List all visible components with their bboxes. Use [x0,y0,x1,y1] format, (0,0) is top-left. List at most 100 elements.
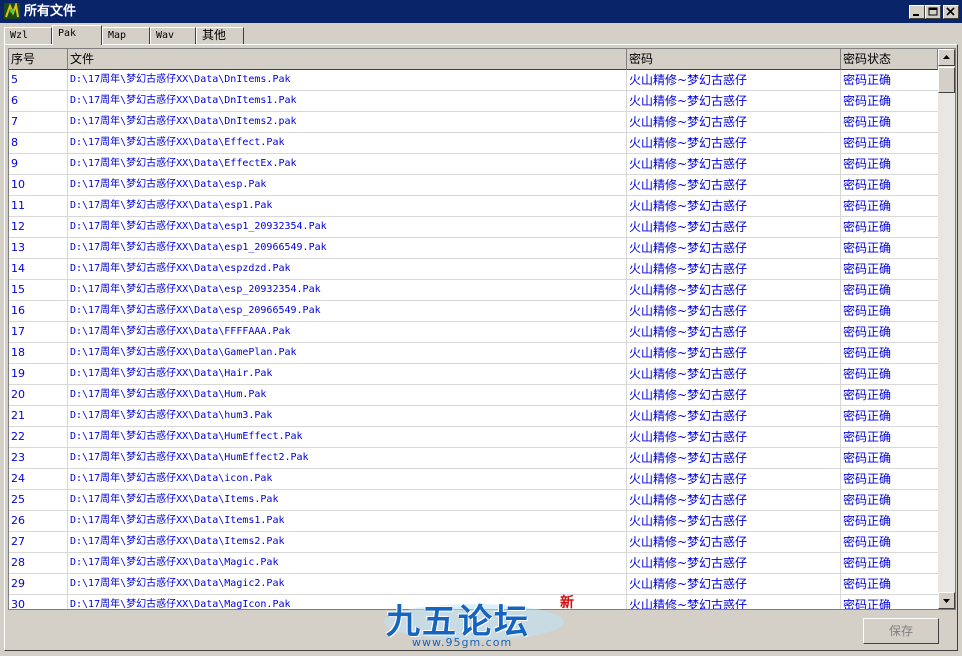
row-file-path: D:\17周年\梦幻古惑仔XX\Data\Items.Pak [70,494,279,505]
file-list[interactable]: 序号 文件 密码 密码状态 5 D:\17周年\梦幻古惑仔XX\Data\DnIt… [8,48,956,610]
vertical-scrollbar[interactable] [938,49,955,609]
row-file-path: D:\17周年\梦幻古惑仔XX\Data\espzdzd.Pak [70,263,291,274]
row-index: 27 [11,535,25,548]
row-password: 火山精修~梦幻古惑仔 [629,409,748,423]
table-row[interactable]: 5 D:\17周年\梦幻古惑仔XX\Data\DnItems.Pak 火山精修~梦幻… [9,70,938,91]
table-row[interactable]: 16 D:\17周年\梦幻古惑仔XX\Data\esp_20966549.Pak 火… [9,301,938,322]
row-file-path: D:\17周年\梦幻古惑仔XX\Data\Effect.Pak [70,137,285,148]
row-file-path: D:\17周年\梦幻古惑仔XX\Data\HumEffect.Pak [70,431,303,442]
row-password: 火山精修~梦幻古惑仔 [629,577,748,591]
table-row[interactable]: 6 D:\17周年\梦幻古惑仔XX\Data\DnItems1.Pak 火山精修~梦… [9,91,938,112]
row-index: 29 [11,577,25,590]
row-index: 8 [11,136,18,149]
scroll-thumb[interactable] [938,67,955,93]
column-header-password[interactable]: 密码 [627,49,841,70]
row-password-status: 密码正确 [843,178,892,192]
row-index: 21 [11,409,25,422]
tab-wav[interactable]: Wav [150,27,196,44]
tab-other[interactable]: 其他 [196,27,244,44]
row-password-status: 密码正确 [843,325,892,339]
scroll-down-button[interactable] [938,592,955,609]
table-row[interactable]: 15 D:\17周年\梦幻古惑仔XX\Data\esp_20932354.Pak 火… [9,280,938,301]
row-index: 9 [11,157,18,170]
column-header-status[interactable]: 密码状态 [841,49,938,70]
row-file-path: D:\17周年\梦幻古惑仔XX\Data\Hum.Pak [70,389,267,400]
row-index: 22 [11,430,25,443]
close-button[interactable] [943,5,959,19]
table-row[interactable]: 14 D:\17周年\梦幻古惑仔XX\Data\espzdzd.Pak 火山精修~梦… [9,259,938,280]
column-header-index[interactable]: 序号 [9,49,68,70]
table-row[interactable]: 9 D:\17周年\梦幻古惑仔XX\Data\EffectEx.Pak 火山精修~梦… [9,154,938,175]
window-title: 所有文件 [24,4,77,19]
row-password-status: 密码正确 [843,514,892,528]
row-password-status: 密码正确 [843,493,892,507]
table-row[interactable]: 22 D:\17周年\梦幻古惑仔XX\Data\HumEffect.Pak 火山精修… [9,427,938,448]
table-row[interactable]: 18 D:\17周年\梦幻古惑仔XX\Data\GamePlan.Pak 火山精修~… [9,343,938,364]
table-row[interactable]: 10 D:\17周年\梦幻古惑仔XX\Data\esp.Pak 火山精修~梦幻古惑仔… [9,175,938,196]
table-row[interactable]: 13 D:\17周年\梦幻古惑仔XX\Data\esp1_20966549.Pak… [9,238,938,259]
row-password: 火山精修~梦幻古惑仔 [629,388,748,402]
row-index: 19 [11,367,25,380]
row-password-status: 密码正确 [843,577,892,591]
row-password-status: 密码正确 [843,94,892,108]
title-bar[interactable]: 所有文件 [0,0,962,23]
watermark-badge: 新 [560,595,574,611]
table-row[interactable]: 25 D:\17周年\梦幻古惑仔XX\Data\Items.Pak 火山精修~梦幻古… [9,490,938,511]
row-index: 23 [11,451,25,464]
row-password: 火山精修~梦幻古惑仔 [629,115,748,129]
row-file-path: D:\17周年\梦幻古惑仔XX\Data\esp1_20966549.Pak [70,242,327,253]
table-row[interactable]: 11 D:\17周年\梦幻古惑仔XX\Data\esp1.Pak 火山精修~梦幻古惑… [9,196,938,217]
row-index: 13 [11,241,25,254]
table-row[interactable]: 7 D:\17周年\梦幻古惑仔XX\Data\DnItems2.pak 火山精修~梦… [9,112,938,133]
row-password: 火山精修~梦幻古惑仔 [629,283,748,297]
row-file-path: D:\17周年\梦幻古惑仔XX\Data\DnItems2.pak [70,116,297,127]
table-row[interactable]: 19 D:\17周年\梦幻古惑仔XX\Data\Hair.Pak 火山精修~梦幻古惑… [9,364,938,385]
row-password-status: 密码正确 [843,472,892,486]
tab-map[interactable]: Map [102,27,150,44]
table-row[interactable]: 12 D:\17周年\梦幻古惑仔XX\Data\esp1_20932354.Pak… [9,217,938,238]
row-file-path: D:\17周年\梦幻古惑仔XX\Data\esp_20966549.Pak [70,305,321,316]
table-row[interactable]: 28 D:\17周年\梦幻古惑仔XX\Data\Magic.Pak 火山精修~梦幻古… [9,553,938,574]
close-icon [946,7,955,16]
row-password-status: 密码正确 [843,199,892,213]
row-password-status: 密码正确 [843,157,892,171]
row-password-status: 密码正确 [843,388,892,402]
row-password: 火山精修~梦幻古惑仔 [629,94,748,108]
list-header: 序号 文件 密码 密码状态 [9,49,938,70]
table-row[interactable]: 20 D:\17周年\梦幻古惑仔XX\Data\Hum.Pak 火山精修~梦幻古惑仔… [9,385,938,406]
tab-wzl[interactable]: Wzl [4,27,52,44]
row-password: 火山精修~梦幻古惑仔 [629,493,748,507]
row-password-status: 密码正确 [843,283,892,297]
column-header-file[interactable]: 文件 [68,49,627,70]
table-row[interactable]: 27 D:\17周年\梦幻古惑仔XX\Data\Items2.Pak 火山精修~梦幻… [9,532,938,553]
row-password: 火山精修~梦幻古惑仔 [629,136,748,150]
row-password: 火山精修~梦幻古惑仔 [629,304,748,318]
row-password: 火山精修~梦幻古惑仔 [629,199,748,213]
row-password-status: 密码正确 [843,346,892,360]
row-index: 25 [11,493,25,506]
row-password: 火山精修~梦幻古惑仔 [629,73,748,87]
minimize-button[interactable] [909,5,925,19]
table-row[interactable]: 21 D:\17周年\梦幻古惑仔XX\Data\hum3.Pak 火山精修~梦幻古惑… [9,406,938,427]
table-row[interactable]: 17 D:\17周年\梦幻古惑仔XX\Data\FFFFAAA.Pak 火山精修~梦… [9,322,938,343]
row-password-status: 密码正确 [843,367,892,381]
row-password-status: 密码正确 [843,262,892,276]
row-index: 24 [11,472,25,485]
row-file-path: D:\17周年\梦幻古惑仔XX\Data\HumEffect2.Pak [70,452,309,463]
row-password: 火山精修~梦幻古惑仔 [629,451,748,465]
table-row[interactable]: 23 D:\17周年\梦幻古惑仔XX\Data\HumEffect2.Pak 火山精… [9,448,938,469]
row-password-status: 密码正确 [843,136,892,150]
tab-pak[interactable]: Pak [52,25,102,45]
list-rows: 5 D:\17周年\梦幻古惑仔XX\Data\DnItems.Pak 火山精修~梦幻… [9,70,938,609]
table-row[interactable]: 8 D:\17周年\梦幻古惑仔XX\Data\Effect.Pak 火山精修~梦幻古… [9,133,938,154]
row-file-path: D:\17周年\梦幻古惑仔XX\Data\Items2.Pak [70,536,285,547]
table-row[interactable]: 24 D:\17周年\梦幻古惑仔XX\Data\icon.Pak 火山精修~梦幻古惑… [9,469,938,490]
watermark-url: www.95gm.com [412,636,513,649]
table-row[interactable]: 26 D:\17周年\梦幻古惑仔XX\Data\Items1.Pak 火山精修~梦幻… [9,511,938,532]
row-index: 15 [11,283,25,296]
scroll-up-button[interactable] [938,49,955,66]
row-index: 28 [11,556,25,569]
maximize-button[interactable] [925,5,941,19]
save-button[interactable]: 保存 [863,618,939,644]
row-file-path: D:\17周年\梦幻古惑仔XX\Data\Magic.Pak [70,557,279,568]
